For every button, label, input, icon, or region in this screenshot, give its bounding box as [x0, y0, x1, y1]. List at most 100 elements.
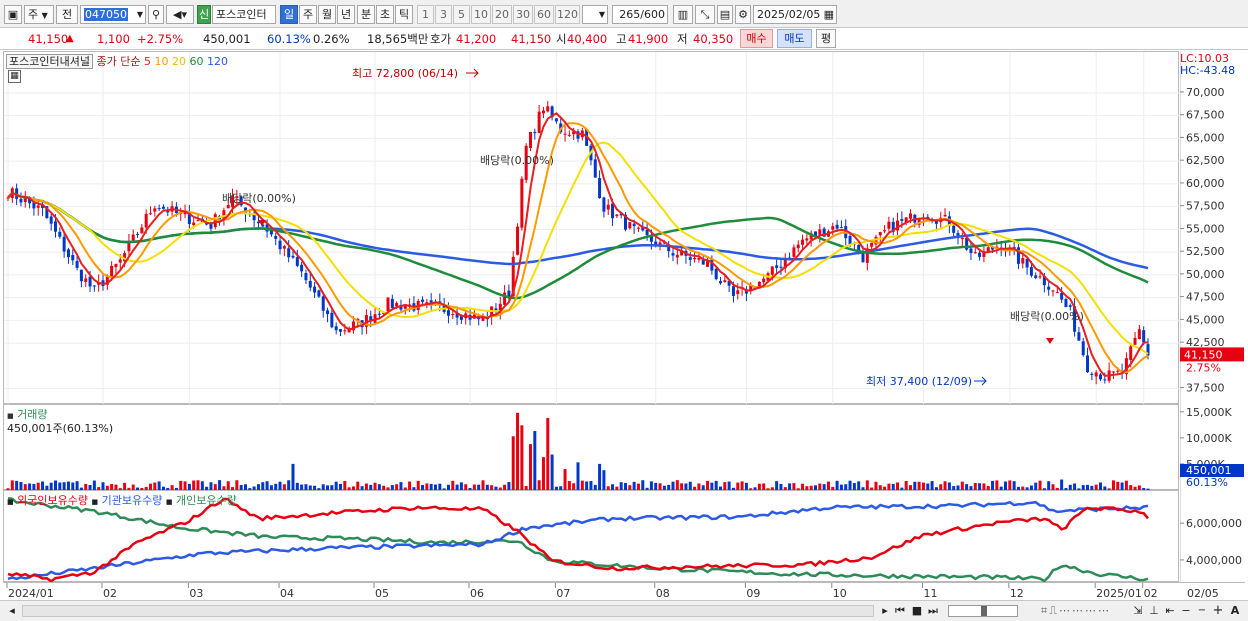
volume-tick-label: 10,000K — [1186, 432, 1232, 445]
tab-month[interactable]: 월 — [318, 5, 336, 24]
zoom-out-button[interactable]: − — [1180, 603, 1192, 619]
expand-icon[interactable]: ⇤ — [1164, 603, 1176, 619]
price-tick-label: 50,000 — [1186, 268, 1225, 281]
candle-body — [887, 221, 891, 229]
candle-body — [386, 297, 390, 311]
scroll-left-icon[interactable]: ◂ — [6, 603, 18, 619]
candle-body — [883, 230, 887, 232]
candle-body — [1086, 355, 1090, 373]
candle-body — [792, 247, 796, 257]
x-tick-label: 05 — [375, 587, 389, 600]
volume-bar — [511, 436, 515, 491]
draw-tool-icon[interactable]: ⤡ — [695, 5, 715, 24]
pin-icon[interactable]: ⊥ — [1148, 603, 1160, 619]
change-percent: +2.75% — [137, 32, 184, 46]
tab-day[interactable]: 일 — [280, 5, 298, 24]
volume-bar — [533, 431, 537, 491]
zoom-slider[interactable] — [948, 605, 1018, 617]
candle-body — [1068, 305, 1072, 307]
candle-body — [1133, 337, 1137, 345]
candle-body — [723, 280, 727, 282]
candle-body — [870, 242, 874, 247]
multiplier-120[interactable]: 120 — [555, 5, 580, 24]
candle-body — [153, 208, 157, 212]
tab-minute[interactable]: 분 — [357, 5, 375, 24]
multiplier-1[interactable]: 1 — [417, 5, 434, 24]
price-tick-label: 47,500 — [1186, 291, 1225, 304]
stop-icon[interactable]: ■ — [910, 603, 924, 619]
candle-body — [446, 310, 450, 316]
high-price: 41,900 — [628, 32, 669, 46]
average-button[interactable]: 평 — [816, 29, 836, 48]
scroll-right-icon[interactable]: ▸ — [878, 603, 892, 619]
tab-second[interactable]: 초 — [376, 5, 394, 24]
tab-week[interactable]: 주 — [299, 5, 317, 24]
x-tick-label: 11 — [923, 587, 937, 600]
candle-body — [714, 268, 718, 280]
bid-price: 41,150 — [511, 32, 552, 46]
candle-body — [451, 314, 455, 316]
mode-select[interactable]: 주 ▼ — [24, 5, 54, 24]
fit-icon[interactable]: ⇲ — [1132, 603, 1144, 619]
volume-pane[interactable]: ■ 거래량 450,001주(60.13%) — [3, 404, 1179, 491]
buy-button[interactable]: 매수 — [740, 29, 773, 48]
candle-body — [593, 159, 597, 178]
candle-body — [628, 222, 632, 229]
multiplier-30[interactable]: 30 — [513, 5, 533, 24]
candle-body — [831, 226, 835, 230]
ma-5-label: 5 — [143, 55, 151, 68]
forward-icon[interactable]: ⏭ — [926, 603, 940, 619]
candle-body — [796, 244, 800, 249]
search-icon[interactable]: ⚲ — [148, 5, 164, 24]
text-tool-button[interactable]: A — [1228, 603, 1242, 619]
tab-tick[interactable]: 틱 — [395, 5, 413, 24]
all-toggle[interactable]: 전 — [56, 5, 78, 24]
multiplier-10[interactable]: 10 — [471, 5, 491, 24]
candle-body — [278, 240, 282, 250]
candle-body — [23, 198, 27, 203]
count-field[interactable]: 265/600 — [612, 5, 668, 24]
candle-body — [84, 278, 88, 282]
stock-code-input[interactable]: 047050 ▼ — [80, 5, 146, 24]
candle-body — [54, 221, 57, 232]
holding-pane[interactable]: ■ 외국인보유수량 ■ 기관보유수량 ■ 개인보유수량 — [3, 490, 1179, 583]
price-chart: 최고 72,800 (06/14) 최저 37,400 (12/09) 배당락(0.… — [4, 52, 1180, 405]
quote-bar: 41,150 ▲ 1,100 +2.75% 450,001 60.13% 0.2… — [0, 28, 1248, 50]
dividend-note: 배당락(0.00%) — [222, 192, 296, 205]
rewind-icon[interactable]: ⏮ — [893, 603, 907, 619]
grid-icon[interactable]: ▦ — [8, 70, 21, 83]
custom-multiplier-select[interactable]: ▼ — [582, 5, 608, 24]
holding-tick-label: 6,000,000 — [1186, 517, 1242, 530]
multiplier-20[interactable]: 20 — [492, 5, 512, 24]
candle-body — [274, 235, 278, 239]
stock-name: 포스코인터 — [212, 5, 276, 24]
price-legend: 포스코인터내셔널 종가 단순 5 10 20 60 120 — [6, 53, 228, 69]
speaker-icon[interactable]: ◀▾ — [166, 5, 194, 24]
horizontal-scrollbar[interactable] — [22, 605, 874, 617]
save-icon[interactable]: ▤ — [717, 5, 733, 24]
zoom-in-button[interactable]: + — [1212, 603, 1224, 619]
candle-icon[interactable]: ▥ — [673, 5, 693, 24]
price-pane[interactable]: 최고 72,800 (06/14) 최저 37,400 (12/09) 배당락(0.… — [3, 51, 1180, 405]
volume-bar — [291, 463, 295, 491]
chart-window: { "toolbar": { "mode_labels": ["주", "전"]… — [0, 0, 1248, 621]
bottom-bar: ◂ ▸ ⏮ ■ ⏭ ⌗⎍⋯⋯⋯⋯ ⇲ ⊥ ⇤ − − + A — [0, 600, 1248, 621]
candle-body — [1142, 330, 1146, 343]
holding-series-line — [7, 497, 1149, 583]
zoom-slider-handle[interactable] — [981, 606, 987, 616]
sell-button[interactable]: 매도 — [777, 29, 812, 48]
candle-body — [317, 290, 321, 297]
drawing-tools[interactable]: ⌗⎍⋯⋯⋯⋯ — [1024, 603, 1128, 619]
tab-year[interactable]: 년 — [337, 5, 355, 24]
minus-icon[interactable]: − — [1196, 603, 1208, 619]
date-field[interactable]: 2025/02/05 ▦ — [753, 5, 837, 24]
multiplier-3[interactable]: 3 — [435, 5, 452, 24]
x-tick-label: 04 — [280, 587, 294, 600]
multiplier-60[interactable]: 60 — [534, 5, 554, 24]
candle-body — [520, 178, 524, 228]
candle-body — [49, 216, 53, 224]
multiplier-5[interactable]: 5 — [453, 5, 470, 24]
gear-icon[interactable]: ⚙ — [735, 5, 751, 24]
candle-body — [295, 257, 299, 266]
layout-icon[interactable]: ▣ — [4, 5, 22, 24]
